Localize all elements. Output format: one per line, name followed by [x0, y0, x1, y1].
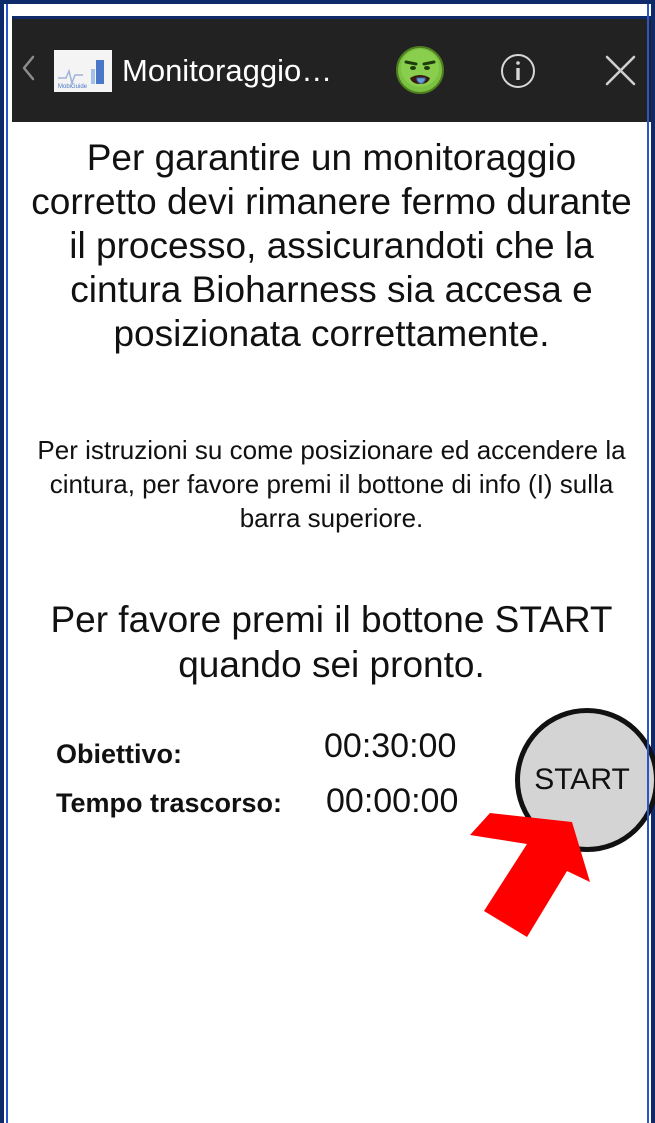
- app-logo-graphic: MobiGuide: [54, 50, 112, 92]
- app-title: Monitoraggio…: [122, 53, 333, 88]
- elapsed-time-value: 00:00:00: [326, 782, 459, 820]
- top-action-bar: MobiGuide Monitoraggio…: [12, 16, 651, 122]
- sick-face-icon[interactable]: [394, 44, 446, 96]
- chevron-left-icon[interactable]: [20, 53, 36, 83]
- start-button[interactable]: START: [515, 708, 655, 852]
- app-logo-text: MobiGuide: [58, 84, 88, 90]
- info-icon[interactable]: [499, 52, 537, 90]
- target-time-value: 00:30:00: [324, 727, 457, 765]
- elapsed-label: Tempo trascorso:: [56, 788, 283, 818]
- app-frame: MobiGuide Monitoraggio… Per garantire un…: [0, 0, 655, 1123]
- app-logo-icon[interactable]: MobiGuide: [54, 50, 112, 92]
- start-instruction-text: Per favore premi il bottone START quando…: [50, 599, 613, 685]
- target-label: Obiettivo:: [56, 739, 182, 769]
- close-icon[interactable]: [604, 54, 637, 87]
- info-hint-text: Per istruzioni su come posizionare ed ac…: [37, 435, 626, 533]
- main-instruction-text: Per garantire un monitoraggio corretto d…: [31, 137, 632, 354]
